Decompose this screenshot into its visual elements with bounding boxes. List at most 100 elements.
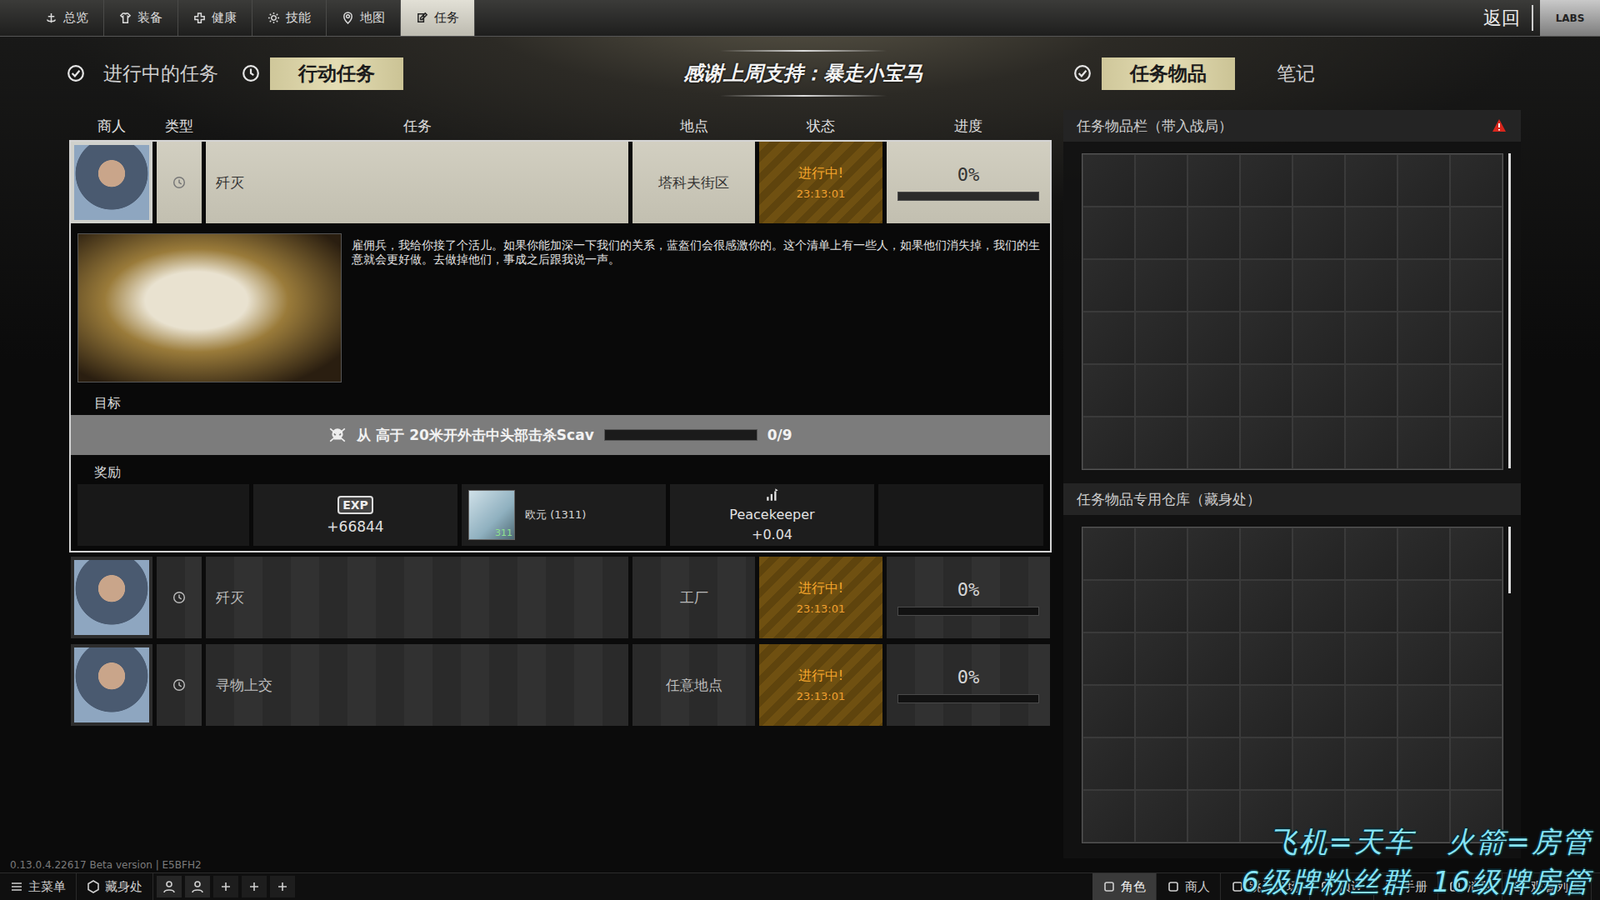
grid-cell	[1345, 580, 1398, 633]
nav-tab[interactable]: 技能	[252, 0, 327, 36]
grid-cell	[1450, 416, 1503, 470]
nav-tab[interactable]: 任务	[400, 0, 475, 36]
task-entry: 歼灭工厂进行中!23:13:010%	[69, 555, 1052, 640]
bottom-button[interactable]: 藏身处	[76, 873, 154, 900]
trader-cell	[70, 644, 153, 726]
scrollbar[interactable]	[1508, 526, 1511, 594]
grid-cell	[1292, 632, 1345, 685]
objective: 从 高于 20米开外击中头部击杀Scav0/9	[70, 415, 1050, 455]
bottom-button[interactable]: 消息	[1438, 873, 1503, 900]
sub-tab[interactable]: 任务物品	[1073, 57, 1235, 90]
back-button[interactable]: 返回	[1471, 5, 1534, 31]
bottom-button[interactable]: 观看列表	[1502, 873, 1592, 900]
stash-grid[interactable]	[1081, 526, 1504, 844]
task-row[interactable]: 歼灭工厂进行中!23:13:010%	[70, 556, 1050, 639]
task-status: 进行中!23:13:01	[759, 556, 883, 639]
grid-cell	[1450, 580, 1503, 633]
task-row[interactable]: 歼灭塔科夫街区进行中!23:13:010%	[70, 141, 1050, 224]
grid-cell	[1135, 632, 1188, 685]
column-header[interactable]: 商人	[70, 115, 153, 138]
add-slot[interactable]	[270, 875, 295, 898]
banner-line	[720, 50, 887, 52]
stash-section: 任务物品栏（带入战局）	[1063, 110, 1521, 484]
grid-cell	[1135, 259, 1188, 312]
nav-tab-label: 技能	[285, 10, 311, 26]
banner: 感谢上周支持：暴走小宝马	[533, 50, 1074, 97]
sub-nav: 进行中的任务行动任务感谢上周支持：暴走小宝马任务物品笔记	[0, 36, 1600, 110]
sub-tab[interactable]: 进行中的任务	[66, 57, 227, 90]
grid-cell	[1082, 790, 1135, 843]
reward-value: +0.04	[751, 526, 793, 543]
column-header[interactable]: 地点	[632, 115, 755, 138]
menu-icon	[1320, 880, 1334, 894]
grid-cell	[1292, 790, 1345, 843]
grid-cell	[1345, 790, 1398, 843]
version-text: 0.13.0.4.22617 Beta version | E5BFH2	[0, 858, 1600, 873]
grid-cell	[1082, 580, 1135, 633]
task-screen: 总览装备健康技能地图任务返回LABS进行中的任务行动任务感谢上周支持：暴走小宝马…	[0, 0, 1600, 900]
grid-cell	[1450, 527, 1503, 580]
nav-tab[interactable]: 总览	[30, 0, 105, 36]
progress-text: 0%	[957, 666, 980, 688]
grid-cell	[1135, 364, 1188, 417]
profile-slot[interactable]	[185, 875, 210, 898]
bottom-button[interactable]: 预设	[1310, 873, 1375, 900]
progress-text: 0%	[957, 579, 980, 600]
grid-cell	[1240, 632, 1293, 685]
grid-cell	[1082, 364, 1135, 417]
top-nav: 总览装备健康技能地图任务返回LABS	[0, 0, 1600, 37]
trader-cell	[70, 141, 153, 224]
profile-slot[interactable]	[156, 875, 182, 898]
grid-cell	[1292, 154, 1345, 207]
bottom-button[interactable]: 商人	[1156, 873, 1221, 900]
nav-tab[interactable]: 装备	[104, 0, 179, 36]
sub-tab[interactable]: 行动任务	[241, 57, 404, 90]
objective-progress	[604, 429, 758, 441]
task-status: 进行中!23:13:01	[759, 644, 883, 726]
grid-cell	[1082, 416, 1135, 470]
menu-icon	[1102, 880, 1116, 894]
grid-cell	[1450, 790, 1503, 843]
sub-tab-label: 笔记	[1268, 57, 1324, 90]
grid-cell	[1187, 311, 1240, 365]
check-icon	[1073, 64, 1092, 83]
progress-bar	[897, 694, 1040, 704]
grid-cell	[1292, 685, 1345, 738]
grid-cell	[1345, 206, 1398, 260]
bottom-button[interactable]: 跳蚤市场	[1220, 873, 1310, 900]
column-header[interactable]: 类型	[156, 115, 202, 138]
trader-portrait	[74, 560, 150, 635]
add-slot[interactable]	[241, 875, 267, 898]
add-slot[interactable]	[213, 875, 239, 898]
grid-cell	[1187, 790, 1240, 843]
clock-icon	[171, 175, 187, 190]
item-count: 311	[495, 527, 513, 539]
menu-icon	[1384, 880, 1398, 894]
grid-cell	[1397, 206, 1450, 260]
scrollbar[interactable]	[1508, 153, 1511, 469]
column-header[interactable]: 进度	[886, 115, 1050, 138]
bottom-button[interactable]: 角色	[1092, 873, 1157, 900]
grid-cell	[1187, 259, 1240, 312]
trader-portrait	[74, 647, 150, 723]
column-header[interactable]: 任务	[205, 115, 629, 138]
grid-cell	[1397, 737, 1450, 790]
grid-cell	[1082, 311, 1135, 365]
bottom-button[interactable]: 主菜单	[0, 873, 77, 900]
bottom-button[interactable]: 手册	[1374, 873, 1439, 900]
grid-cell	[1345, 154, 1398, 207]
grid-cell	[1135, 685, 1188, 738]
standing-icon	[765, 487, 780, 503]
column-header[interactable]: 状态	[759, 115, 883, 138]
nav-tab[interactable]: 地图	[326, 0, 401, 36]
sub-tab[interactable]: 笔记	[1268, 57, 1324, 90]
status-text: 进行中!	[798, 580, 844, 598]
grid-cell	[1292, 364, 1345, 417]
rewards: EXP+66844311欧元 (1311)Peacekeeper+0.04	[70, 484, 1050, 546]
quest-filter: 进行中的任务行动任务	[66, 57, 534, 90]
grid-cell	[1450, 632, 1503, 685]
stash-grid[interactable]	[1081, 153, 1504, 470]
nav-tab[interactable]: 健康	[178, 0, 253, 36]
task-row[interactable]: 寻物上交任意地点进行中!23:13:010%	[70, 644, 1050, 726]
objective-text: 从 高于 20米开外击中头部击杀Scav	[356, 425, 594, 445]
